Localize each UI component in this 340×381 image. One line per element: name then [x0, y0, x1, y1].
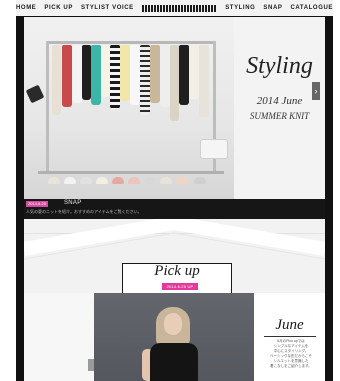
caption-category[interactable]: SNAP — [64, 200, 82, 206]
site-logo[interactable] — [141, 4, 218, 12]
nav-stylist-voice[interactable]: STYLIST VOICE — [81, 5, 134, 11]
pickup-month-title: June — [275, 317, 304, 333]
handbag-illustration — [25, 84, 45, 104]
nav-styling[interactable]: STYLING — [225, 5, 255, 11]
hero-slide[interactable]: Styling 2014 June SUMMER KNIT — [24, 17, 325, 199]
nav-pick-up[interactable]: PICK UP — [44, 5, 73, 11]
pickup-prev-arrow-icon[interactable] — [88, 359, 94, 371]
pickup-section: Pick up 2014.6.25 UP June 6月のPick upでは シ… — [24, 219, 325, 381]
hero-caption[interactable]: 2014.6.25 SNAP 人気の夏のニットを紹介。おすすめのアイテムをご覧く… — [24, 199, 325, 219]
nav-catalogue[interactable]: CATALOGUE — [290, 5, 333, 11]
pickup-description: 6月のPick upでは シンプルなアイテムを 中心にスタイリング。 ベーシック… — [270, 339, 312, 368]
pickup-model-photo[interactable] — [94, 293, 254, 381]
pickup-date-badge: 2014.6.25 UP — [162, 283, 198, 290]
hero-subtitle-theme: SUMMER KNIT — [249, 111, 310, 121]
caption-description: 人気の夏のニットを紹介。おすすめのアイテムをご覧ください。 — [26, 209, 142, 214]
hero-title: Styling — [246, 53, 313, 79]
caption-date-badge: 2014.6.25 — [26, 201, 48, 207]
hero-photo-clothing-rack — [24, 17, 234, 199]
top-navigation: HOME PICK UP STYLIST VOICE STYLING SNAP … — [16, 0, 333, 16]
nav-home[interactable]: HOME — [16, 5, 36, 11]
hero-next-arrow-icon[interactable]: › — [312, 82, 320, 100]
browser-frame: HOME PICK UP STYLIST VOICE STYLING SNAP … — [0, 0, 340, 381]
tote-bag-illustration — [200, 139, 228, 159]
hero-text-panel: Styling 2014 June SUMMER KNIT — [234, 17, 325, 199]
site-page: HOME PICK UP STYLIST VOICE STYLING SNAP … — [16, 0, 333, 381]
nav-snap[interactable]: SNAP — [263, 5, 282, 11]
pickup-title: Pick up — [154, 263, 200, 279]
